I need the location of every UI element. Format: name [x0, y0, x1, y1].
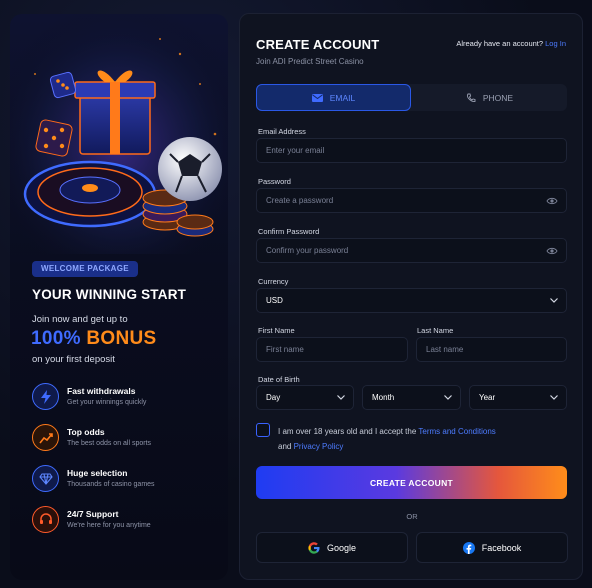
terms-link[interactable]: Terms and Conditions	[418, 427, 495, 436]
feature-title: Fast withdrawals	[67, 386, 136, 396]
confirm-password-field[interactable]: Confirm your password	[256, 238, 567, 263]
casino-hero-illustration	[10, 14, 228, 254]
bonus-headline: 100% BONUS	[31, 328, 157, 350]
feature-title: 24/7 Support	[67, 509, 119, 519]
feature-support: 24/7 Support We're here for you anytime	[32, 506, 222, 536]
welcome-badge: WELCOME PACKAGE	[32, 261, 138, 277]
feature-desc: The best odds on all sports	[67, 440, 152, 447]
form-title: CREATE ACCOUNT	[256, 37, 380, 52]
promo-title: YOUR WINNING START	[32, 287, 187, 302]
bonus-percent: 100%	[31, 328, 81, 349]
privacy-link[interactable]: Privacy Policy	[294, 442, 344, 451]
last-name-label: Last Name	[417, 326, 454, 335]
dob-label: Date of Birth	[258, 375, 300, 384]
email-field[interactable]: Enter your email	[256, 138, 567, 163]
feature-desc: Thousands of casino games	[67, 481, 155, 488]
last-name-field[interactable]: Last name	[416, 337, 567, 362]
tab-phone[interactable]: PHONE	[412, 84, 567, 111]
lightning-icon	[32, 383, 59, 410]
password-label: Password	[258, 177, 291, 186]
feature-desc: We're here for you anytime	[67, 522, 151, 529]
promo-subtitle-2: on your first deposit	[32, 354, 115, 365]
facebook-button[interactable]: Facebook	[416, 532, 568, 563]
form-subtitle: Join ADI Predict Street Casino	[256, 57, 364, 66]
facebook-icon	[462, 541, 475, 554]
create-account-button[interactable]: CREATE ACCOUNT	[256, 466, 567, 499]
signup-method-tabs: EMAIL PHONE	[256, 84, 567, 111]
signup-card: CREATE ACCOUNT Join ADI Predict Street C…	[239, 13, 583, 580]
envelope-icon	[311, 93, 323, 102]
chart-up-icon	[32, 424, 59, 451]
feature-huge-selection: Huge selection Thousands of casino games	[32, 465, 222, 495]
feature-title: Huge selection	[67, 468, 128, 478]
password-field[interactable]: Create a password	[256, 188, 567, 213]
dob-day-select[interactable]: Day	[256, 385, 354, 410]
chevron-down-icon	[550, 386, 558, 409]
feature-top-odds: Top odds The best odds on all sports	[32, 424, 222, 454]
eye-icon[interactable]	[546, 189, 558, 212]
first-name-label: First Name	[258, 326, 295, 335]
promo-subtitle: Join now and get up to	[32, 314, 128, 325]
chevron-down-icon	[550, 289, 558, 312]
google-button[interactable]: Google	[256, 532, 408, 563]
or-divider: OR	[406, 512, 418, 521]
chevron-down-icon	[337, 386, 345, 409]
tab-email[interactable]: EMAIL	[256, 84, 411, 111]
first-name-field[interactable]: First name	[256, 337, 408, 362]
email-label: Email Address	[258, 127, 306, 136]
feature-desc: Get your winnings quickly	[67, 399, 147, 406]
google-icon	[308, 541, 320, 554]
headset-icon	[32, 506, 59, 533]
phone-icon	[466, 93, 476, 102]
terms-checkbox[interactable]	[256, 423, 270, 437]
have-account-text: Already have an account? Log In	[456, 39, 566, 48]
diamond-icon	[32, 465, 59, 492]
feature-title: Top odds	[67, 427, 105, 437]
chevron-down-icon	[444, 386, 452, 409]
promo-panel: WELCOME PACKAGE YOUR WINNING START Join …	[10, 14, 228, 580]
confirm-password-label: Confirm Password	[258, 227, 320, 236]
bonus-word: BONUS	[86, 328, 157, 349]
eye-icon[interactable]	[546, 239, 558, 262]
terms-text: I am over 18 years old and I accept the …	[278, 427, 496, 451]
currency-select[interactable]: USD	[256, 288, 567, 313]
dob-month-select[interactable]: Month	[362, 385, 461, 410]
dob-year-select[interactable]: Year	[469, 385, 567, 410]
login-link[interactable]: Log In	[545, 39, 566, 48]
feature-fast-withdrawals: Fast withdrawals Get your winnings quick…	[32, 383, 222, 413]
currency-label: Currency	[258, 277, 289, 286]
